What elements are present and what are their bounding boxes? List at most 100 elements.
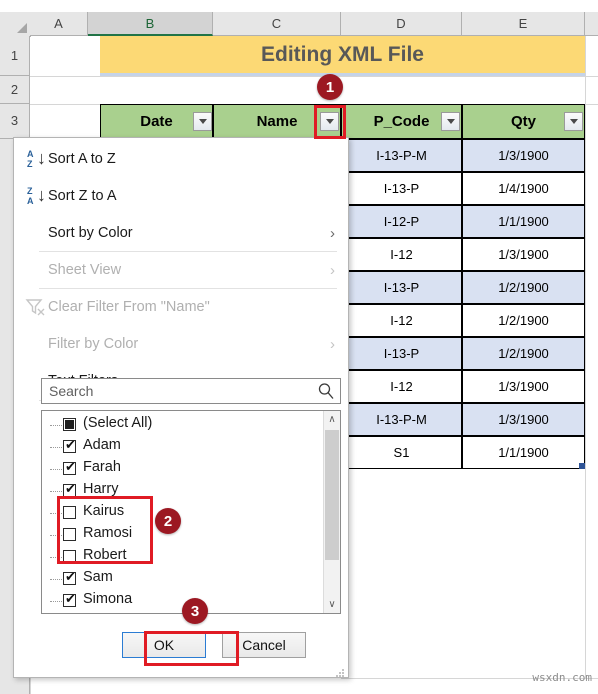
filter-list-item[interactable]: ✔ Farah — [42, 458, 325, 480]
chevron-down-icon — [198, 119, 207, 124]
sort-za-icon: Z A ↓ — [27, 185, 46, 206]
filter-list-label: Simona — [83, 591, 133, 607]
annotation-box-ok-button — [144, 631, 239, 666]
annotation-box-filter-button — [314, 105, 346, 139]
filter-list-label: Sam — [83, 569, 113, 585]
filter-list-label: Tomas — [83, 613, 126, 614]
resize-grip[interactable] — [335, 665, 345, 677]
table-cell-qty[interactable]: 1/3/1900 — [462, 370, 585, 403]
filter-button-pcode[interactable] — [441, 112, 460, 131]
chevron-right-icon: › — [330, 335, 335, 353]
table-cell-qty[interactable]: 1/3/1900 — [462, 139, 585, 172]
filter-list-item[interactable]: (Select All) — [42, 414, 325, 436]
filter-dropdown-panel: A Z ↓ Sort A to Z Z A ↓ Sort Z to A Sort by … — [13, 137, 349, 678]
menu-label: Sort by Color — [48, 225, 133, 241]
gridline — [585, 36, 586, 678]
search-icon[interactable] — [317, 382, 335, 400]
search-input[interactable]: Search — [41, 378, 341, 404]
filter-checkbox[interactable]: ✔ — [63, 569, 76, 585]
tree-connector — [50, 491, 64, 492]
filter-button-date[interactable] — [193, 112, 212, 131]
filter-checkbox[interactable]: ✔ — [63, 592, 76, 607]
row-header-2[interactable]: 2 — [0, 76, 30, 104]
checkmark-icon: ✔ — [65, 437, 76, 452]
filter-list-item[interactable]: ✔ Adam — [42, 436, 325, 458]
annotation-badge-3: 3 — [182, 598, 208, 624]
column-header-d[interactable]: D — [341, 12, 462, 36]
column-header-a[interactable]: A — [30, 12, 88, 36]
menu-item-sheet-view: Sheet View › — [15, 252, 349, 288]
chevron-up-icon: ∧ — [328, 414, 336, 425]
table-cell-pcode[interactable]: I-13-P — [341, 271, 462, 304]
table-cell-pcode[interactable]: I-13-P-M — [341, 139, 462, 172]
menu-item-sort-a-to-z[interactable]: A Z ↓ Sort A to Z — [15, 141, 349, 177]
chevron-right-icon: › — [330, 224, 335, 242]
menu-item-sort-by-color[interactable]: Sort by Color › — [15, 215, 349, 251]
tree-connector — [50, 425, 64, 426]
table-cell-qty[interactable]: 1/3/1900 — [462, 403, 585, 436]
table-cell-qty[interactable]: 1/2/1900 — [462, 271, 585, 304]
tree-connector — [50, 447, 64, 448]
menu-label: Sort A to Z — [48, 151, 116, 167]
sort-az-icon: A Z ↓ — [27, 148, 46, 169]
select-all-corner[interactable] — [0, 12, 31, 37]
table-cell-qty[interactable]: 1/1/1900 — [462, 436, 585, 469]
table-cell-qty[interactable]: 1/2/1900 — [462, 337, 585, 370]
tree-connector — [50, 601, 64, 602]
chevron-right-icon: › — [330, 261, 335, 279]
table-cell-qty[interactable]: 1/4/1900 — [462, 172, 585, 205]
menu-item-sort-z-to-a[interactable]: Z A ↓ Sort Z to A — [15, 178, 349, 214]
gridline — [30, 76, 598, 77]
table-cell-pcode[interactable]: S1 — [341, 436, 462, 469]
row-header-1[interactable]: 1 — [0, 36, 30, 76]
search-placeholder: Search — [49, 383, 94, 399]
table-cell-qty[interactable]: 1/1/1900 — [462, 205, 585, 238]
scroll-up-button[interactable]: ∧ — [324, 411, 340, 428]
table-cell-qty[interactable]: 1/2/1900 — [462, 304, 585, 337]
watermark: wsxdn.com — [532, 671, 592, 684]
annotation-badge-2: 2 — [155, 508, 181, 534]
list-scrollbar[interactable]: ∧ ∨ — [323, 411, 340, 613]
table-cell-pcode[interactable]: I-12 — [341, 370, 462, 403]
checkmark-icon: ✔ — [65, 459, 76, 474]
column-header-b[interactable]: B — [88, 12, 213, 36]
tree-connector — [50, 579, 64, 580]
menu-label: Filter by Color — [48, 336, 139, 352]
clear-filter-icon — [25, 297, 47, 317]
table-cell-pcode[interactable]: I-12-P — [341, 205, 462, 238]
table-cell-pcode[interactable]: I-13-P — [341, 172, 462, 205]
checkmark-icon: ✔ — [65, 569, 76, 584]
annotation-badge-1: 1 — [317, 74, 343, 100]
filter-button-qty[interactable] — [564, 112, 583, 131]
fill-handle[interactable] — [579, 463, 585, 469]
chevron-down-icon: ∨ — [328, 599, 336, 610]
filter-checkbox[interactable] — [63, 418, 76, 431]
filter-list-label: Harry — [83, 481, 119, 497]
table-cell-qty[interactable]: 1/3/1900 — [462, 238, 585, 271]
table-cell-pcode[interactable]: I-12 — [341, 304, 462, 337]
menu-label: Sheet View — [48, 262, 122, 278]
row-header-3[interactable]: 3 — [0, 104, 30, 139]
filter-list-label: Farah — [83, 459, 121, 475]
table-cell-pcode[interactable]: I-12 — [341, 238, 462, 271]
menu-label: Sort Z to A — [48, 188, 117, 204]
filter-list-label: Adam — [83, 437, 121, 453]
scroll-down-button[interactable]: ∨ — [324, 596, 340, 613]
filter-checkbox[interactable]: ✔ — [63, 459, 76, 475]
column-header-f-partial[interactable] — [585, 12, 598, 36]
select-all-triangle-icon — [17, 23, 27, 33]
tree-connector — [50, 469, 64, 470]
scrollbar-thumb[interactable] — [325, 430, 339, 560]
filter-list-item[interactable]: ✔ Sam — [42, 568, 325, 590]
annotation-box-unchecked-names — [57, 496, 153, 564]
column-header-c[interactable]: C — [213, 12, 341, 36]
sheet-title-banner: Editing XML File — [100, 36, 585, 76]
table-cell-pcode[interactable]: I-13-P — [341, 337, 462, 370]
filter-checkbox[interactable]: ✔ — [63, 437, 76, 453]
chevron-down-icon — [569, 119, 578, 124]
menu-label: Clear Filter From "Name" — [48, 299, 210, 315]
table-cell-pcode[interactable]: I-13-P-M — [341, 403, 462, 436]
checkmark-icon: ✔ — [65, 481, 76, 496]
menu-item-clear-filter: Clear Filter From "Name" — [15, 289, 349, 325]
column-header-e[interactable]: E — [462, 12, 585, 36]
